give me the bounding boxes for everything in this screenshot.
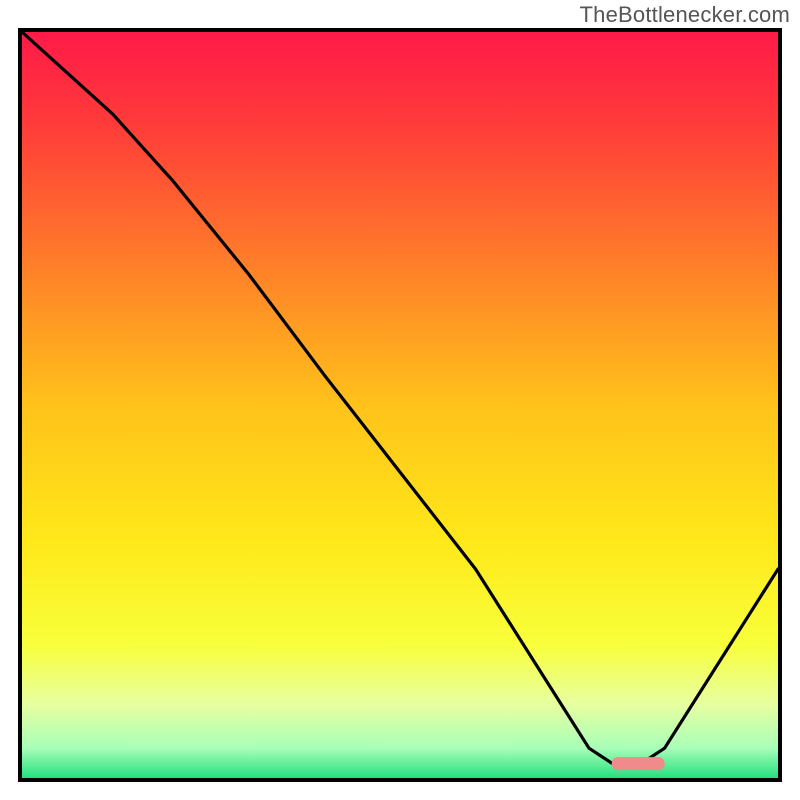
chart-root: TheBottlenecker.com	[0, 0, 800, 800]
plot-canvas	[22, 32, 778, 778]
watermark-text: TheBottlenecker.com	[580, 2, 790, 28]
optimal-marker	[612, 757, 665, 770]
gradient-background	[22, 32, 778, 778]
plot-frame	[18, 28, 782, 782]
